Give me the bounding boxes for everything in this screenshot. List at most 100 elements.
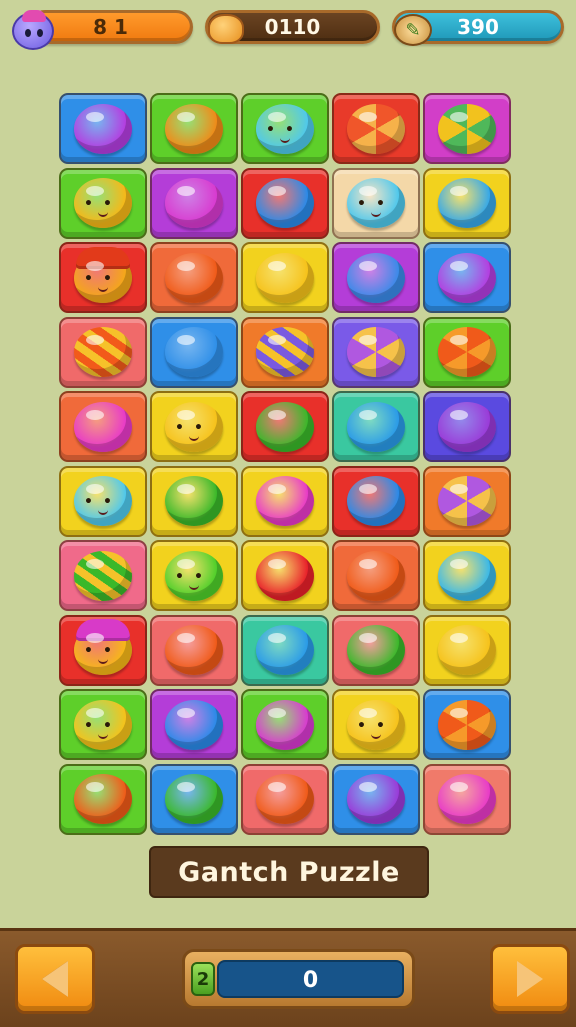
board-tile[interactable] — [332, 93, 420, 164]
board-tile[interactable] — [241, 465, 329, 537]
board-tile[interactable] — [332, 316, 420, 388]
arrow-left-icon — [42, 961, 68, 997]
board-tile[interactable] — [150, 316, 238, 388]
candy-piece — [165, 252, 223, 303]
board-tile[interactable] — [241, 391, 329, 462]
game-board: •• •• •• •• •• •• •• •• •• •• — [59, 93, 519, 843]
board-tile[interactable] — [150, 689, 238, 760]
board-tile[interactable] — [332, 391, 420, 462]
candy-piece — [438, 327, 496, 377]
board-tile[interactable]: •• — [59, 614, 147, 686]
candy-piece — [438, 550, 496, 601]
candy-piece: •• — [74, 178, 132, 228]
board-tile[interactable] — [332, 763, 420, 835]
board-tile[interactable] — [423, 614, 511, 686]
board-tile[interactable] — [332, 614, 420, 686]
board-tile[interactable] — [150, 167, 238, 239]
board-tile[interactable]: •• — [59, 242, 147, 313]
board-tile[interactable] — [332, 465, 420, 537]
board-tile[interactable] — [423, 167, 511, 239]
candy-piece — [438, 476, 496, 526]
candy-piece — [256, 625, 314, 675]
board-tile[interactable] — [59, 93, 147, 164]
candy-piece — [347, 774, 405, 824]
candy-piece — [256, 401, 314, 452]
board-tile[interactable] — [423, 763, 511, 835]
board-tile[interactable] — [423, 391, 511, 462]
board-tile[interactable] — [241, 167, 329, 239]
board-tile[interactable] — [59, 763, 147, 835]
candy-piece — [74, 103, 132, 154]
progress-track: 0 — [217, 960, 404, 998]
footer-bar: 2 0 — [0, 928, 576, 1027]
candy-piece — [438, 401, 496, 452]
blob-avatar-icon — [12, 10, 54, 50]
board-tile[interactable]: •• — [332, 689, 420, 760]
progress-value: 0 — [302, 968, 319, 993]
hud-bar: 8 1 0110 390 ✎ — [0, 6, 576, 52]
board-tile[interactable] — [150, 763, 238, 835]
board-tile[interactable] — [423, 316, 511, 388]
board-tile[interactable] — [241, 242, 329, 313]
board-tile[interactable] — [150, 614, 238, 686]
board-tile[interactable] — [241, 614, 329, 686]
board-tile[interactable] — [59, 391, 147, 462]
candy-piece — [165, 327, 223, 377]
board-tile[interactable]: •• — [150, 391, 238, 462]
coin-bag-icon — [208, 14, 244, 44]
next-button[interactable] — [490, 944, 570, 1014]
level-badge: 2 — [191, 962, 215, 996]
board-tile[interactable] — [423, 689, 511, 760]
candy-piece — [347, 327, 405, 377]
board-tile[interactable] — [241, 316, 329, 388]
prev-button[interactable] — [15, 944, 95, 1014]
candy-piece — [438, 774, 496, 824]
board-tile[interactable]: •• — [150, 540, 238, 611]
board-tile[interactable] — [423, 465, 511, 537]
board-tile[interactable] — [332, 540, 420, 611]
candy-piece — [256, 327, 314, 377]
board-tile[interactable] — [423, 93, 511, 164]
board-tile[interactable]: •• — [59, 465, 147, 537]
candy-piece: •• — [74, 699, 132, 750]
candy-piece — [438, 252, 496, 303]
candy-piece: •• — [74, 246, 132, 303]
candy-piece — [347, 252, 405, 303]
candy-piece — [165, 476, 223, 526]
candy-piece — [165, 699, 223, 750]
candy-piece — [256, 774, 314, 824]
board-tile[interactable]: •• — [241, 93, 329, 164]
candy-piece — [256, 699, 314, 750]
candy-piece — [74, 401, 132, 452]
game-title: Gantch Puzzle — [149, 846, 429, 898]
board-tile[interactable] — [332, 242, 420, 313]
board-tile[interactable] — [241, 763, 329, 835]
board-tile[interactable]: •• — [59, 167, 147, 239]
board-tile[interactable] — [150, 465, 238, 537]
candy-piece: •• — [74, 476, 132, 526]
board-tile[interactable] — [423, 242, 511, 313]
board-tile[interactable] — [241, 689, 329, 760]
board-tile[interactable]: •• — [332, 167, 420, 239]
candy-piece — [74, 327, 132, 377]
candy-piece — [347, 550, 405, 601]
board-tile[interactable] — [150, 242, 238, 313]
candy-piece: •• — [256, 103, 314, 154]
candy-piece — [165, 103, 223, 154]
candy-piece: •• — [165, 401, 223, 452]
candy-piece — [347, 401, 405, 452]
candy-piece — [438, 178, 496, 228]
board-tile[interactable] — [241, 540, 329, 611]
board-tile[interactable]: •• — [59, 689, 147, 760]
candy-piece: •• — [347, 178, 405, 228]
candy-piece — [256, 252, 314, 303]
board-tile[interactable] — [59, 316, 147, 388]
candy-piece — [256, 178, 314, 228]
board-tile[interactable] — [423, 540, 511, 611]
candy-piece — [165, 178, 223, 228]
board-tile[interactable] — [150, 93, 238, 164]
board-tile[interactable] — [59, 540, 147, 611]
candy-piece — [256, 476, 314, 526]
candy-piece — [347, 625, 405, 675]
candy-piece — [74, 550, 132, 601]
